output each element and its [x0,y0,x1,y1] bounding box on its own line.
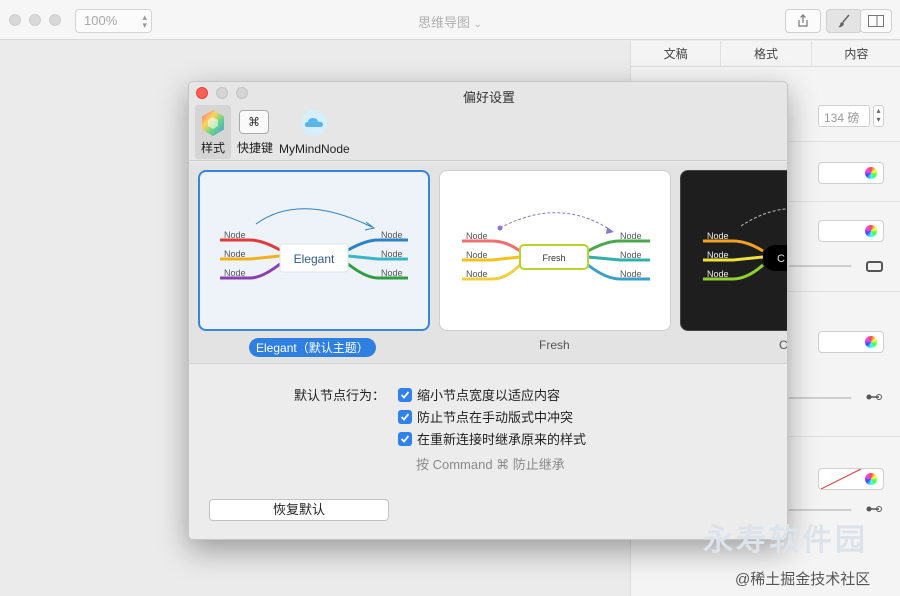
elegant-node-label: Node [224,230,246,240]
fresh-node-label: Node [620,250,642,260]
theme-card-dark[interactable]: C Node Node Node [680,170,787,331]
color-well-1[interactable] [818,162,884,184]
font-size-stepper[interactable]: ▴ ▾ [873,105,884,127]
option-label: 防止节点在手动版式中冲突 [417,410,574,425]
theme-card-fresh[interactable]: Fresh Node Node Node Node Node Node [439,170,671,331]
preferences-dialog: 偏好设置 样式 ⌘ 快捷键 MyMindNode Elegant Node No… [188,81,788,540]
option-inherit-style[interactable]: 在重新连接时继承原来的样式 [398,429,586,448]
dark-node-label: Node [707,250,729,260]
preferences-toolbar: 偏好设置 样式 ⌘ 快捷键 MyMindNode [189,82,787,161]
toolbar-style-label: 样式 [200,141,225,155]
watermark-text: @稀土掘金技术社区 [735,571,871,588]
cloud-icon [301,110,327,136]
option-prevent-collision[interactable]: 防止节点在手动版式中冲突 [398,407,573,426]
checkbox-checked-icon[interactable] [398,387,412,402]
toolbar-mymindnode[interactable]: MyMindNode [279,105,350,159]
elegant-node-label: Node [381,230,403,240]
color-wheel-icon [865,225,877,237]
watermark-logo: 永寿软件园 [703,524,868,557]
toolbar-shortcuts-label: 快捷键 [236,141,273,155]
inspector-tabs: 文稿 格式 内容 [631,41,900,67]
elegant-node-label: Node [224,268,246,278]
theme-caption-elegant[interactable]: Elegant（默认主题） [249,338,376,357]
slider-1[interactable] [789,265,851,267]
document-title-text: 思维导图 [417,15,470,30]
toolbar-shortcuts[interactable]: ⌘ 快捷键 [235,105,275,159]
elegant-preview: Elegant Node Node Node Node Node Node [220,208,408,280]
default-node-behavior-label: 默认节点行为： [294,388,386,403]
theme-card-elegant[interactable]: Elegant Node Node Node Node Node Node [198,170,430,331]
color-wheel-icon [865,473,877,485]
font-size-field[interactable]: 134 磅 [818,105,870,127]
theme-gallery[interactable]: Elegant Node Node Node Node Node Node El… [189,162,787,364]
tab-content[interactable]: 内容 [812,41,900,66]
toggle-sidebar-button[interactable] [860,9,892,33]
rounded-rect-icon[interactable] [866,261,883,272]
main-titlebar: 100% ▴ ▾ 思维导图 ⌄ [0,0,900,40]
fresh-node-label: Node [620,269,642,279]
color-wheel-icon [865,167,877,179]
preferences-title: 偏好设置 [462,90,515,105]
fresh-node-label: Node [466,250,488,260]
theme-caption-fresh[interactable]: Fresh [539,338,570,352]
inherit-hint: 按 Command ⌘ 防止继承 [416,457,565,472]
color-well-3[interactable] [818,331,884,353]
fresh-preview: Fresh Node Node Node Node Node Node [462,212,650,281]
option-label: 缩小节点宽度以适应内容 [417,388,561,403]
option-shrink-node-width[interactable]: 缩小节点宽度以适应内容 [398,385,560,404]
elegant-node-label: Node [381,249,403,259]
fresh-center-label: Fresh [542,253,565,263]
theme-caption-dark[interactable]: C [779,338,787,352]
tab-format[interactable]: 格式 [721,41,812,66]
style-brush-button[interactable] [826,9,862,33]
restore-defaults-button[interactable]: 恢复默认 [209,499,389,521]
fresh-node-label: Node [466,269,488,279]
option-label: 在重新连接时继承原来的样式 [417,432,587,447]
chevron-down-icon: ⌄ [473,19,483,30]
checkbox-checked-icon[interactable] [398,431,412,446]
toolbar-mymindnode-label: MyMindNode [279,142,350,156]
dark-node-label: Node [707,231,729,241]
elegant-node-label: Node [224,249,246,259]
style-color-icon [202,110,224,136]
line-color-well[interactable] [818,468,884,490]
tab-document[interactable]: 文稿 [631,41,722,66]
sidebar-icon [868,15,884,27]
brush-icon [838,14,850,28]
dark-preview: C Node Node Node [703,208,787,281]
command-key-icon: ⌘ [239,110,269,134]
elegant-center-label: Elegant [294,252,335,266]
line-end-icon[interactable] [866,505,882,513]
toolbar-style[interactable]: 样式 [195,105,231,159]
dark-node-label: Node [707,269,729,279]
document-title[interactable]: 思维导图 ⌄ [0,12,900,31]
color-well-2[interactable] [818,220,884,242]
no-color-icon [821,469,862,489]
color-wheel-icon [865,336,877,348]
line-end-icon[interactable] [866,393,882,401]
slider-2[interactable] [789,397,851,399]
elegant-node-label: Node [381,268,403,278]
slider-3[interactable] [789,509,851,511]
share-button[interactable] [785,9,821,33]
share-icon [798,14,808,27]
fresh-node-label: Node [466,231,488,241]
dark-center-label: C [777,253,785,265]
fresh-node-label: Node [620,231,642,241]
checkbox-checked-icon[interactable] [398,409,412,424]
